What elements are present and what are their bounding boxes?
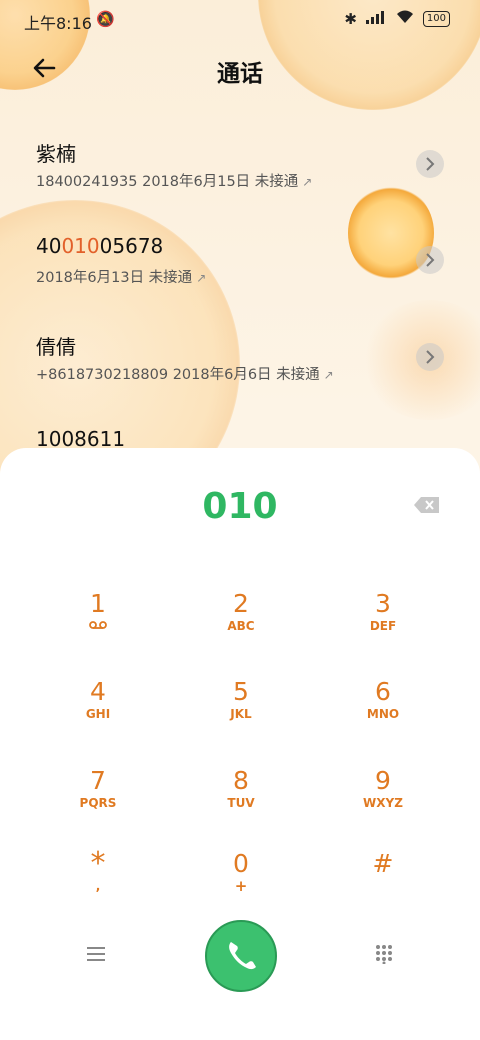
contact-name: 紫楠 (36, 142, 76, 166)
call-log-item[interactable]: 倩倩 +8618730218809 2018年6月6日 未接通 ↗ (36, 331, 446, 403)
contact-name: 4001005678 (36, 234, 164, 258)
app-header: 通话 (0, 44, 480, 94)
key-0[interactable]: 0 + (181, 850, 301, 920)
outgoing-arrow-icon: ↗ (196, 271, 207, 285)
bluetooth-icon: ✱ (344, 9, 357, 28)
phone-icon (229, 942, 256, 970)
key-5[interactable]: 5 JKL (181, 678, 301, 748)
status-bar: 上午8:16 🔕 ✱ 100 (0, 0, 480, 40)
key-6[interactable]: 6 MNO (323, 678, 443, 748)
page-title: 通话 (217, 61, 263, 87)
detail-chevron-icon[interactable] (416, 343, 444, 371)
call-detail: 18400241935 2018年6月15日 未接通 ↗ (36, 174, 313, 190)
call-detail: +8618730218809 2018年6月6日 未接通 ↗ (36, 367, 334, 383)
contact-name: 倩倩 (36, 335, 76, 359)
signal-icon (365, 10, 387, 28)
matched-digits: 010 (61, 234, 100, 258)
call-detail: 2018年6月13日 未接通 ↗ (36, 270, 207, 286)
call-log-item[interactable]: 紫楠 18400241935 2018年6月15日 未接通 ↗ (36, 138, 446, 210)
detail-chevron-icon[interactable] (416, 246, 444, 274)
key-hash[interactable]: # (323, 850, 443, 920)
mute-bell-icon: 🔕 (96, 10, 115, 28)
key-8[interactable]: 8 TUV (181, 767, 301, 837)
dialed-number[interactable]: 010 (0, 486, 480, 527)
key-4[interactable]: 4 GHI (38, 678, 158, 748)
key-7[interactable]: 7 PQRS (38, 767, 158, 837)
detail-chevron-icon[interactable] (416, 150, 444, 178)
outgoing-arrow-icon: ↗ (323, 368, 334, 382)
call-log-item[interactable]: 4001005678 2018年6月13日 未接通 ↗ (36, 234, 446, 306)
key-1[interactable]: 1 (38, 590, 158, 660)
key-9[interactable]: 9 WXYZ (323, 767, 443, 837)
battery-icon: 100 (422, 10, 450, 27)
key-2[interactable]: 2 ABC (181, 590, 301, 660)
outgoing-arrow-icon: ↗ (302, 175, 313, 189)
key-3[interactable]: 3 DEF (323, 590, 443, 660)
key-star[interactable]: *, (38, 849, 158, 920)
dialpad-toggle-icon[interactable] (375, 944, 393, 968)
wifi-icon (395, 9, 415, 28)
menu-icon[interactable] (86, 946, 106, 966)
call-button[interactable] (205, 920, 277, 992)
backspace-icon[interactable] (413, 496, 441, 514)
voicemail-icon (38, 618, 158, 634)
dialpad-panel: 010 1 2 ABC 3 DEF 4 GHI 5 JKL 6 MNO 7 PQRS 8 TU… (0, 448, 480, 1040)
status-time: 上午8:16 (24, 14, 92, 33)
